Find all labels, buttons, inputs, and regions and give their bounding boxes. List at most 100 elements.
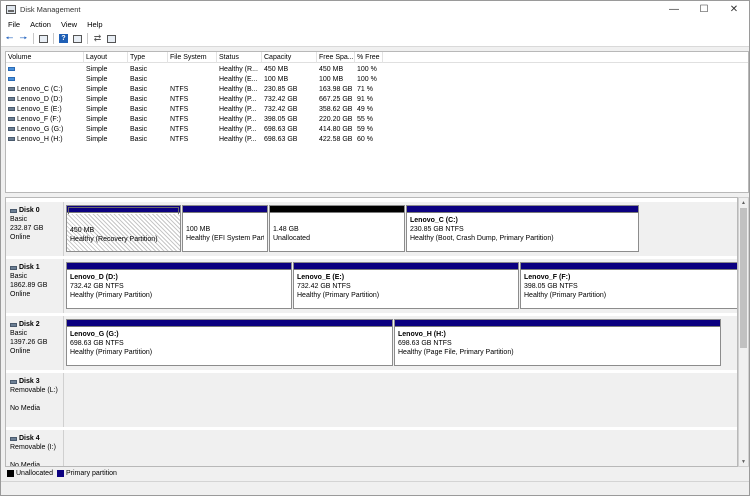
close-button[interactable]: ✕ xyxy=(719,1,749,18)
disk-view-scrollbar[interactable]: ▲ ▼ xyxy=(738,197,749,467)
disk-size: 1862.89 GB xyxy=(10,282,48,289)
partition-details: 450 MB Healthy (Recovery Partition) xyxy=(67,214,180,251)
volume-cell-volume-name xyxy=(6,65,84,75)
settings-icon xyxy=(107,34,116,43)
volume-cell-file-system xyxy=(168,65,217,75)
column-header-capacity[interactable]: Capacity xyxy=(262,52,317,63)
partition-block[interactable]: 450 MB Healthy (Recovery Partition) xyxy=(66,205,181,252)
volume-cell-layout: Simple xyxy=(84,85,128,95)
partition-details: Lenovo_F (F:) 398.05 GB NTFS Healthy (Prim… xyxy=(521,270,737,300)
volume-row[interactable]: Simple Basic Healthy (R... 450 MB 450 MB 100 … xyxy=(6,65,748,75)
column-header-free-space[interactable]: Free Spa... xyxy=(317,52,355,63)
disk-label[interactable]: Disk 0 Basic 232.87 GB Online xyxy=(6,202,64,256)
scroll-up-icon[interactable]: ▲ xyxy=(739,198,748,207)
minimize-icon: — xyxy=(669,4,679,15)
menu-view[interactable]: View xyxy=(56,20,82,29)
volume-cell-text: Healthy (R... xyxy=(219,66,258,73)
volume-cell-text: Basic xyxy=(130,66,148,73)
disk-state: Online xyxy=(10,291,31,298)
properties-button[interactable] xyxy=(72,33,83,44)
partition-block[interactable]: Lenovo_F (F:) 398.05 GB NTFS Healthy (Prim… xyxy=(520,262,737,309)
volume-row[interactable]: Simple Basic Healthy (E... 100 MB 100 MB 100 … xyxy=(6,75,748,85)
volume-cell-text: 398.05 GB xyxy=(264,116,298,123)
primary-partition-bar xyxy=(395,320,720,327)
help-button[interactable]: ? xyxy=(58,33,69,44)
minimize-button[interactable]: — xyxy=(659,1,689,18)
partition-status: Healthy (EFI System Partit xyxy=(186,235,264,242)
drive-icon xyxy=(8,87,15,92)
menu-action[interactable]: Action xyxy=(25,20,56,29)
settings-button[interactable] xyxy=(106,33,117,44)
maximize-button[interactable]: ☐ xyxy=(689,1,719,18)
partition-block[interactable]: 100 MB Healthy (EFI System Partit xyxy=(182,205,268,252)
drive-icon xyxy=(8,127,15,132)
volume-cell-status: Healthy (P... xyxy=(217,115,262,125)
volume-cell-text: 698.63 GB xyxy=(264,136,298,143)
forward-button[interactable]: 🠖 xyxy=(18,33,29,44)
volume-cell-text: Lenovo_D (D:) xyxy=(17,96,63,103)
volume-cell-status: Healthy (B... xyxy=(217,85,262,95)
volume-cell-text: 422.58 GB xyxy=(319,136,353,143)
partition-details: Lenovo_E (E:) 732.42 GB NTFS Healthy (Prim… xyxy=(294,270,518,300)
drive-icon xyxy=(8,107,15,112)
volume-row[interactable]: Lenovo_C (C:) Simple Basic NTFS Healthy (B..… xyxy=(6,85,748,95)
column-header-status[interactable]: Status xyxy=(217,52,262,63)
back-button[interactable]: 🠔 xyxy=(4,33,15,44)
volume-list[interactable]: Volume Layout Type File System Status Ca… xyxy=(5,51,749,193)
disk-partition-area xyxy=(64,373,737,427)
volume-cell-text: NTFS xyxy=(170,86,189,93)
column-header-layout[interactable]: Layout xyxy=(84,52,128,63)
volume-cell-type: Basic xyxy=(128,135,168,145)
disk-label[interactable]: Disk 2 Basic 1397.26 GB Online xyxy=(6,316,64,370)
volume-cell-text: NTFS xyxy=(170,126,189,133)
partition-block[interactable]: Lenovo_C (C:) 230.85 GB NTFS Healthy (Boot… xyxy=(406,205,639,252)
volume-cell-status: Healthy (P... xyxy=(217,95,262,105)
volume-cell-file-system: NTFS xyxy=(168,85,217,95)
partition-block[interactable]: Lenovo_D (D:) 732.42 GB NTFS Healthy (Prim… xyxy=(66,262,292,309)
volume-cell-text: Healthy (P... xyxy=(219,106,257,113)
volume-cell-type: Basic xyxy=(128,115,168,125)
volume-cell-volume-name xyxy=(6,75,84,85)
volume-cell-text: 450 MB xyxy=(319,66,344,73)
partition-block[interactable]: Lenovo_G (G:) 698.63 GB NTFS Healthy (Prim… xyxy=(66,319,393,366)
partition-details: 1.48 GB Unallocated xyxy=(270,213,404,243)
partition-block[interactable]: Lenovo_H (H:) 698.63 GB NTFS Healthy (Page… xyxy=(394,319,721,366)
scroll-thumb[interactable] xyxy=(740,208,747,348)
volume-row[interactable]: Lenovo_F (F:) Simple Basic NTFS Healthy (P..… xyxy=(6,115,748,125)
disk-name: Disk 1 xyxy=(10,263,63,272)
volume-row[interactable]: Lenovo_H (H:) Simple Basic NTFS Healthy (P..… xyxy=(6,135,748,145)
partition-block[interactable]: 1.48 GB Unallocated xyxy=(269,205,405,252)
volume-cell-text: NTFS xyxy=(170,96,189,103)
menu-help[interactable]: Help xyxy=(82,20,107,29)
menu-file[interactable]: File xyxy=(3,20,25,29)
volume-row[interactable]: Lenovo_G (G:) Simple Basic NTFS Healthy (P..… xyxy=(6,125,748,135)
volume-cell-free-space: 100 MB xyxy=(317,75,355,85)
primary-partition-bar xyxy=(183,206,267,213)
partition-block[interactable]: Lenovo_E (E:) 732.42 GB NTFS Healthy (Prim… xyxy=(293,262,519,309)
volume-cell-text: Healthy (P... xyxy=(219,116,257,123)
title-bar[interactable]: Disk Management — ☐ ✕ xyxy=(1,1,749,18)
volume-row[interactable]: Lenovo_E (E:) Simple Basic NTFS Healthy (P..… xyxy=(6,105,748,115)
volume-row[interactable]: Lenovo_D (D:) Simple Basic NTFS Healthy (P..… xyxy=(6,95,748,105)
column-header-type[interactable]: Type xyxy=(128,52,168,63)
volume-cell-text: 358.62 GB xyxy=(319,106,353,113)
volume-cell-free-space: 450 MB xyxy=(317,65,355,75)
volume-cell-text: 100 % xyxy=(357,76,377,83)
disk-label[interactable]: Disk 3 Removable (L:) No Media xyxy=(6,373,64,427)
partition-status: Healthy (Boot, Crash Dump, Primary Parti… xyxy=(410,235,554,242)
column-header-volume[interactable]: Volume xyxy=(6,52,84,63)
disk-partition-area: Lenovo_G (G:) 698.63 GB NTFS Healthy (Prim… xyxy=(64,316,737,370)
volume-cell-free-space: 422.58 GB xyxy=(317,135,355,145)
volume-cell-layout: Simple xyxy=(84,105,128,115)
disk-label[interactable]: Disk 1 Basic 1862.89 GB Online xyxy=(6,259,64,313)
volume-cell-percent-free: 49 % xyxy=(355,105,383,115)
scroll-down-icon[interactable]: ▼ xyxy=(739,457,748,466)
connect-button[interactable]: ⇄ xyxy=(92,33,103,44)
volume-cell-text: Healthy (P... xyxy=(219,96,257,103)
disk-graphical-view[interactable]: Disk 0 Basic 232.87 GB Online 450 MB Healthy … xyxy=(5,197,738,467)
show-hide-console-tree-button[interactable] xyxy=(38,33,49,44)
column-header-file-system[interactable]: File System xyxy=(168,52,217,63)
disk-partition-area xyxy=(64,430,737,466)
disk-label[interactable]: Disk 4 Removable (I:) No Media xyxy=(6,430,64,466)
column-header-percent-free[interactable]: % Free xyxy=(355,52,383,63)
